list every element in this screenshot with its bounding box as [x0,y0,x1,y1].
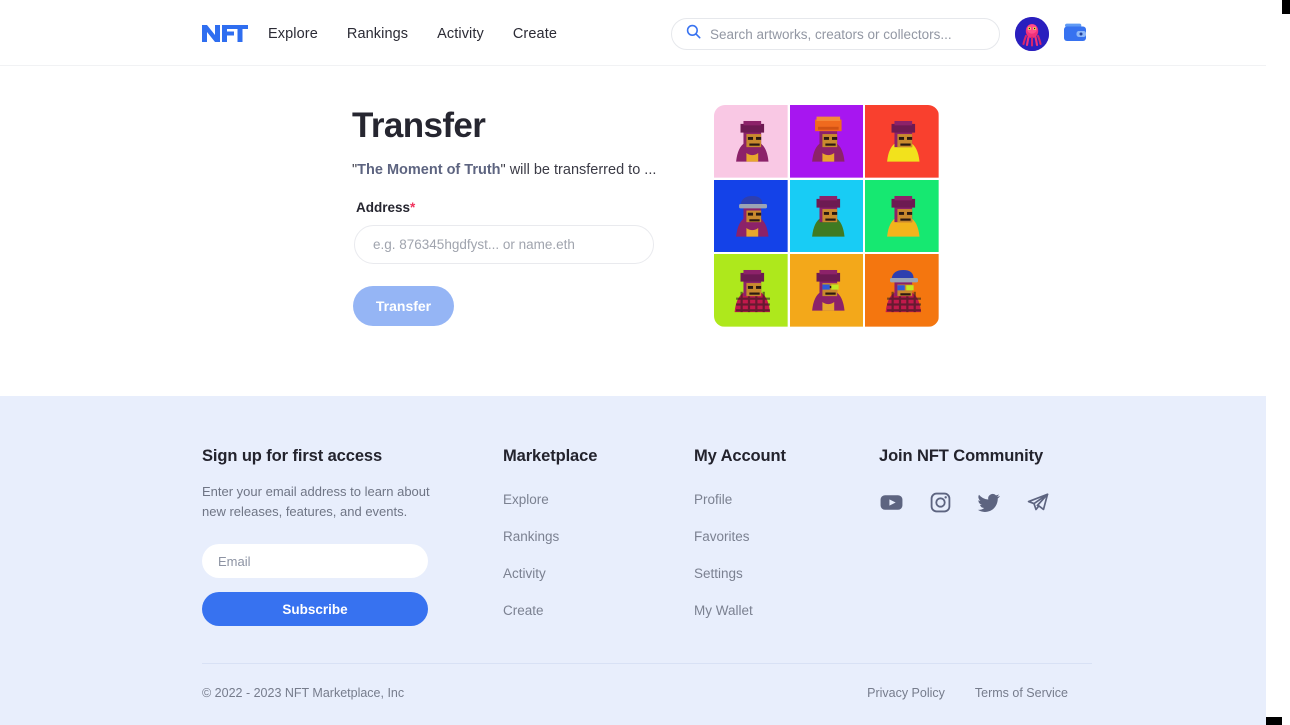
required-asterisk: * [410,200,416,215]
site-header: Explore Rankings Activity Create [0,0,1266,66]
nav-item-create[interactable]: Create [513,26,557,42]
nav-item-explore[interactable]: Explore [268,26,318,42]
main-nav: Explore Rankings Activity Create [268,26,557,42]
site-footer: Sign up for first access Enter your emai… [0,396,1266,725]
nft-name: The Moment of Truth [357,162,501,178]
footer-link-profile[interactable]: Profile [694,492,786,507]
transfer-subtitle: "The Moment of Truth" will be transferre… [352,162,656,178]
search-input[interactable] [710,26,990,42]
subscribe-button[interactable]: Subscribe [202,592,428,626]
privacy-policy-link[interactable]: Privacy Policy [867,686,945,700]
window-scrollbar-top [1282,0,1290,14]
nft-tile [789,254,864,327]
footer-column-community: Join NFT Community [879,447,1050,520]
nft-preview-grid[interactable] [714,105,939,327]
nft-logo[interactable] [201,20,249,46]
nft-tile [865,179,939,253]
footer-column-marketplace: Marketplace Explore Rankings Activity Cr… [503,447,597,618]
nft-tile [714,105,788,178]
footer-link-rankings[interactable]: Rankings [503,529,597,544]
account-heading: My Account [694,447,786,465]
nft-tile [865,105,939,178]
app-root: @oncettolabs @oncettolabs @oncettolabs @… [0,0,1290,725]
signup-description: Enter your email address to learn about … [202,484,430,519]
footer-link-explore[interactable]: Explore [503,492,597,507]
marketplace-heading: Marketplace [503,447,598,465]
search-icon [686,24,701,44]
twitter-icon[interactable] [977,491,1001,520]
social-links [879,490,1050,520]
nft-tile [714,254,788,327]
footer-link-my-wallet[interactable]: My Wallet [694,603,786,618]
footer-link-favorites[interactable]: Favorites [694,529,786,544]
nft-tile [865,254,939,327]
nav-item-rankings[interactable]: Rankings [347,26,408,42]
signup-heading: Sign up for first access [202,447,383,465]
window-scrollbar-bottom [1266,717,1282,725]
address-input[interactable] [354,225,654,264]
wallet-icon[interactable] [1062,21,1088,45]
nft-tile [789,179,864,253]
legal-links: Privacy Policy Terms of Service [867,686,1068,700]
newsletter-signup: Sign up for first access Enter your emai… [202,447,457,626]
footer-link-settings[interactable]: Settings [694,566,786,581]
youtube-icon[interactable] [879,490,904,520]
page-title: Transfer [352,106,486,145]
user-avatar[interactable] [1015,17,1049,51]
terms-of-service-link[interactable]: Terms of Service [975,686,1068,700]
transfer-section: Transfer "The Moment of Truth" will be t… [0,66,1266,396]
copyright-text: © 2022 - 2023 NFT Marketplace, Inc [202,686,405,700]
instagram-icon[interactable] [929,491,952,519]
transfer-button[interactable]: Transfer [353,286,454,326]
footer-divider [202,663,1092,664]
window-edge-strip [1266,0,1290,725]
nft-tile [789,105,864,178]
footer-link-create[interactable]: Create [503,603,597,618]
nft-tile [714,179,788,253]
nav-item-activity[interactable]: Activity [437,26,484,42]
email-input[interactable] [202,544,428,578]
address-label: Address* [356,200,415,215]
telegram-icon[interactable] [1026,491,1050,520]
address-label-text: Address [356,200,411,215]
search-box[interactable] [671,18,1000,50]
community-heading: Join NFT Community [879,447,1044,465]
footer-link-activity[interactable]: Activity [503,566,597,581]
transfer-subtitle-suffix: " will be transferred to ... [500,162,657,178]
footer-column-my-account: My Account Profile Favorites Settings My… [694,447,786,618]
